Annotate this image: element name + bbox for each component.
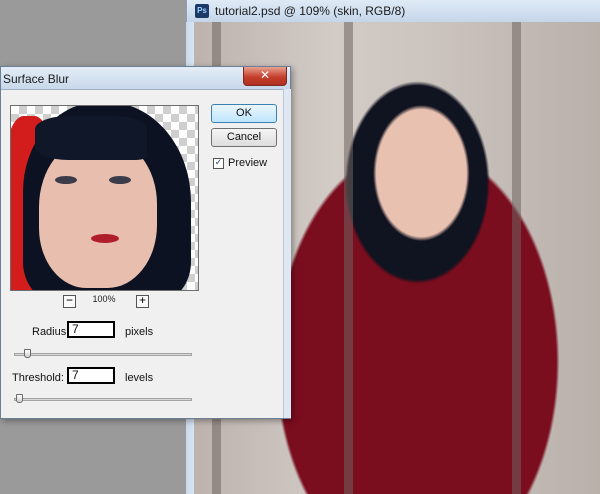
- cancel-button[interactable]: Cancel: [211, 128, 277, 147]
- preview-bangs: [35, 116, 147, 160]
- radius-slider-track[interactable]: [14, 353, 192, 356]
- preview-checkbox[interactable]: ✓: [213, 158, 224, 169]
- threshold-unit: levels: [125, 372, 154, 384]
- zoom-level: 100%: [92, 294, 116, 304]
- close-button[interactable]: ✕: [243, 67, 287, 86]
- background-tree: [344, 22, 353, 494]
- background-tree: [512, 22, 521, 494]
- threshold-slider-track[interactable]: [14, 398, 192, 401]
- threshold-slider-thumb[interactable]: [16, 394, 23, 403]
- threshold-label: Threshold:: [12, 372, 64, 384]
- zoom-in-button[interactable]: +: [136, 295, 149, 308]
- document-title: tutorial2.psd @ 109% (skin, RGB/8): [215, 4, 406, 18]
- dialog-title: Surface Blur: [3, 72, 70, 86]
- dialog-titlebar[interactable]: Surface Blur ✕: [1, 67, 290, 90]
- dialog-edge-scrollbar[interactable]: [283, 89, 291, 418]
- preview-lips: [91, 234, 119, 243]
- preview-label: Preview: [228, 157, 268, 169]
- radius-unit: pixels: [125, 326, 154, 338]
- zoom-out-button[interactable]: −: [63, 295, 76, 308]
- minus-icon: −: [65, 296, 74, 306]
- checkmark-icon: ✓: [214, 158, 223, 168]
- preview-eye: [109, 176, 131, 184]
- radius-label: Radius:: [32, 326, 70, 338]
- preview-eye: [55, 176, 77, 184]
- close-icon: ✕: [259, 68, 271, 82]
- photoshop-icon: Ps: [195, 4, 209, 18]
- radius-input[interactable]: 7: [67, 321, 115, 338]
- surface-blur-dialog: Surface Blur ✕ − 100% + Radius: 7 pixels…: [0, 66, 291, 419]
- threshold-input[interactable]: 7: [67, 367, 115, 384]
- plus-icon: +: [138, 296, 147, 306]
- filter-preview[interactable]: [10, 105, 199, 291]
- radius-slider-thumb[interactable]: [24, 349, 31, 358]
- ok-button[interactable]: OK: [211, 104, 277, 123]
- preview-face: [39, 138, 157, 288]
- document-titlebar[interactable]: Ps tutorial2.psd @ 109% (skin, RGB/8): [186, 0, 600, 22]
